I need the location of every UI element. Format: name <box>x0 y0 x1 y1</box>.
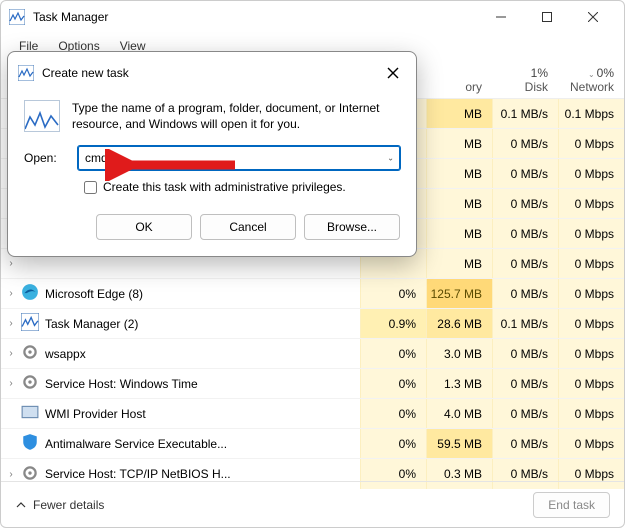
mem-cell: MB <box>426 129 492 158</box>
dialog-icon <box>18 65 34 81</box>
footer: Fewer details End task <box>1 481 624 527</box>
process-icon <box>21 403 39 424</box>
mem-cell: 125.7 MB <box>426 279 492 308</box>
mem-cell: 28.6 MB <box>426 309 492 338</box>
window-title: Task Manager <box>33 10 478 24</box>
table-row[interactable]: › Microsoft Edge (8)0%125.7 MB0 MB/s0 Mbp… <box>1 279 624 309</box>
expand-icon[interactable]: › <box>1 288 21 299</box>
process-icon <box>21 283 39 304</box>
col-disk[interactable]: 1%Disk <box>492 66 558 94</box>
open-input[interactable] <box>78 146 400 170</box>
dialog-close-button[interactable] <box>380 60 406 86</box>
open-label: Open: <box>24 151 68 165</box>
open-combobox[interactable]: ⌄ <box>78 146 400 170</box>
expand-icon[interactable]: › <box>1 318 21 329</box>
mem-cell: MB <box>426 219 492 248</box>
fewer-details-button[interactable]: Fewer details <box>15 498 104 512</box>
ok-button[interactable]: OK <box>96 214 192 240</box>
close-button[interactable] <box>570 1 616 33</box>
disk-cell: 0 MB/s <box>492 129 558 158</box>
disk-cell: 0 MB/s <box>492 249 558 278</box>
titlebar: Task Manager <box>1 1 624 33</box>
admin-label: Create this task with administrative pri… <box>103 180 346 194</box>
cpu-cell: 0% <box>360 279 426 308</box>
maximize-button[interactable] <box>524 1 570 33</box>
mem-cell: MB <box>426 99 492 128</box>
disk-cell: 0.1 MB/s <box>492 99 558 128</box>
net-cell: 0 Mbps <box>558 189 624 218</box>
net-cell: 0.1 Mbps <box>558 99 624 128</box>
disk-cell: 0 MB/s <box>492 279 558 308</box>
expand-icon[interactable]: › <box>1 469 21 480</box>
table-row[interactable]: › wsappx0%3.0 MB0 MB/s0 Mbps <box>1 339 624 369</box>
mem-cell: 59.5 MB <box>426 429 492 458</box>
minimize-button[interactable] <box>478 1 524 33</box>
table-row[interactable]: WMI Provider Host0%4.0 MB0 MB/s0 Mbps <box>1 399 624 429</box>
table-row[interactable]: Antimalware Service Executable...0%59.5 … <box>1 429 624 459</box>
app-icon <box>9 9 25 25</box>
process-name: Antimalware Service Executable... <box>45 437 360 451</box>
mem-cell: MB <box>426 159 492 188</box>
cpu-cell: 0.9% <box>360 309 426 338</box>
process-icon <box>21 373 39 394</box>
net-cell: 0 Mbps <box>558 339 624 368</box>
col-network[interactable]: ⌄0%Network <box>558 66 624 94</box>
expand-icon[interactable]: › <box>1 378 21 389</box>
net-cell: 0 Mbps <box>558 159 624 188</box>
process-icon <box>21 433 39 454</box>
net-cell: 0 Mbps <box>558 249 624 278</box>
mem-cell: 4.0 MB <box>426 399 492 428</box>
mem-cell: 3.0 MB <box>426 339 492 368</box>
net-cell: 0 Mbps <box>558 129 624 158</box>
admin-checkbox[interactable] <box>84 181 97 194</box>
table-row[interactable]: › Task Manager (2)0.9%28.6 MB0.1 MB/s0 Mb… <box>1 309 624 339</box>
cpu-cell: 0% <box>360 399 426 428</box>
net-cell: 0 Mbps <box>558 369 624 398</box>
process-name: Service Host: TCP/IP NetBIOS H... <box>45 467 360 481</box>
cpu-cell: 0% <box>360 339 426 368</box>
mem-cell: 1.3 MB <box>426 369 492 398</box>
chevron-up-icon <box>15 499 27 511</box>
disk-cell: 0 MB/s <box>492 219 558 248</box>
disk-cell: 0 MB/s <box>492 339 558 368</box>
process-name: Microsoft Edge (8) <box>45 287 360 301</box>
process-icon <box>21 313 39 334</box>
create-task-dialog: Create new task Type the name of a progr… <box>7 51 417 257</box>
process-name: wsappx <box>45 347 360 361</box>
disk-cell: 0.1 MB/s <box>492 309 558 338</box>
disk-cell: 0 MB/s <box>492 369 558 398</box>
net-cell: 0 Mbps <box>558 399 624 428</box>
browse-button[interactable]: Browse... <box>304 214 400 240</box>
disk-cell: 0 MB/s <box>492 189 558 218</box>
process-name: Task Manager (2) <box>45 317 360 331</box>
disk-cell: 0 MB/s <box>492 399 558 428</box>
net-cell: 0 Mbps <box>558 429 624 458</box>
expand-icon[interactable]: › <box>1 258 21 269</box>
col-memory[interactable]: %ory <box>426 66 492 94</box>
expand-icon[interactable]: › <box>1 348 21 359</box>
table-row[interactable]: › Service Host: Windows Time0%1.3 MB0 MB/… <box>1 369 624 399</box>
mem-cell: MB <box>426 249 492 278</box>
process-name: Service Host: Windows Time <box>45 377 360 391</box>
dialog-description: Type the name of a program, folder, docu… <box>72 100 400 132</box>
net-cell: 0 Mbps <box>558 279 624 308</box>
process-name: WMI Provider Host <box>45 407 360 421</box>
process-icon <box>21 343 39 364</box>
dialog-title: Create new task <box>42 66 380 80</box>
cpu-cell: 0% <box>360 369 426 398</box>
end-task-button[interactable]: End task <box>533 492 610 518</box>
net-cell: 0 Mbps <box>558 219 624 248</box>
disk-cell: 0 MB/s <box>492 159 558 188</box>
net-cell: 0 Mbps <box>558 309 624 338</box>
cancel-button[interactable]: Cancel <box>200 214 296 240</box>
mem-cell: MB <box>426 189 492 218</box>
run-icon <box>24 100 60 132</box>
close-icon <box>387 67 399 79</box>
disk-cell: 0 MB/s <box>492 429 558 458</box>
cpu-cell: 0% <box>360 429 426 458</box>
